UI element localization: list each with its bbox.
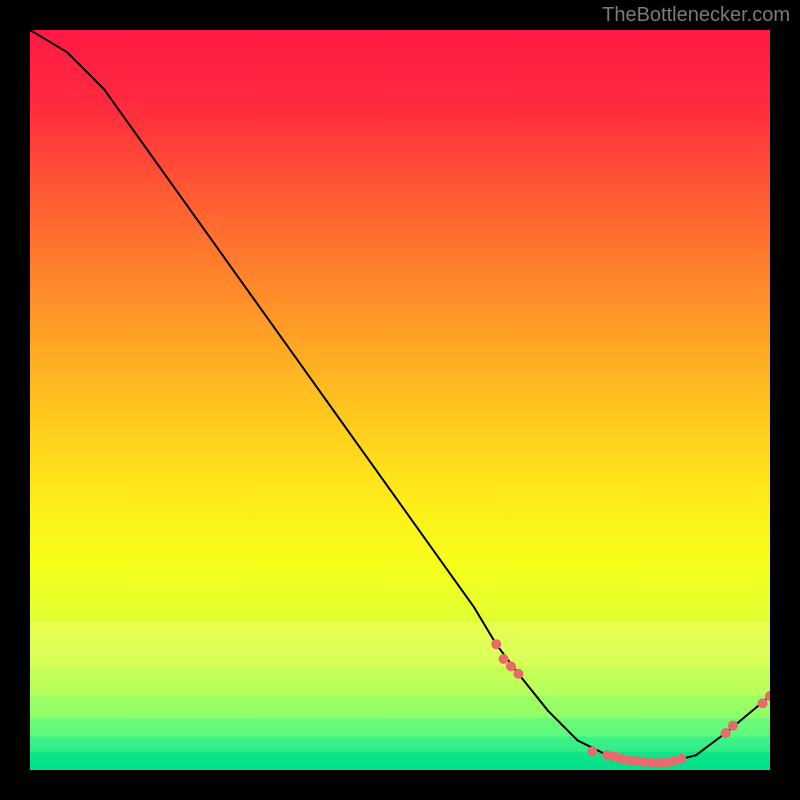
data-point [499,654,509,664]
bottom-color-bands [30,622,770,770]
data-point [721,728,731,738]
chart-plot-area [30,30,770,770]
data-point [676,754,686,764]
data-point [758,698,768,708]
data-point [587,747,597,757]
data-point [728,721,738,731]
data-point [506,661,516,671]
data-point [513,669,523,679]
watermark-text: TheBottlenecker.com [602,4,790,27]
data-point [491,639,501,649]
chart-svg [30,30,770,770]
